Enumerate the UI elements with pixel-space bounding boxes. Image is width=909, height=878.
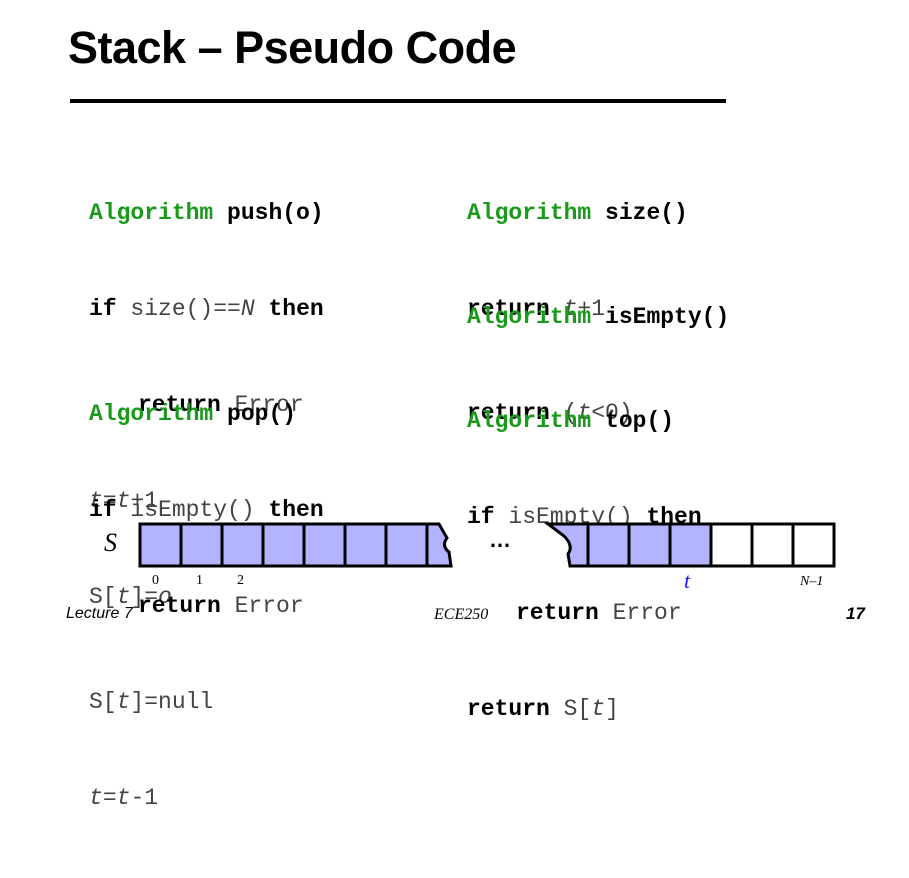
code-text: ]=null [130, 689, 214, 715]
index-label-1: 1 [196, 573, 203, 588]
code-variable: t [89, 785, 103, 811]
code-line: S[t]=null [89, 686, 324, 718]
code-text: ] [605, 696, 619, 722]
ellipsis: … [489, 527, 511, 552]
footer-course: ECE250 [434, 606, 489, 623]
return-keyword: return [467, 696, 550, 722]
array-cell-empty [709, 522, 754, 568]
code-variable: t [116, 689, 131, 715]
array-cell-empty [750, 522, 795, 568]
code-text: = [102, 785, 117, 811]
footer-page-number: 17 [846, 604, 865, 623]
index-label-0: 0 [152, 573, 159, 588]
code-text: -1 [130, 785, 159, 811]
code-line: t=t-1 [89, 782, 324, 814]
footer-lecture: Lecture 7 [66, 605, 133, 622]
index-label-2: 2 [237, 573, 244, 588]
stack-array-diagram [138, 522, 836, 568]
slide: Stack – Pseudo Code Algorithm push(o) if… [0, 0, 909, 811]
array-label: S [104, 528, 117, 557]
index-label-t: t [684, 568, 691, 593]
code-variable: t [591, 696, 606, 722]
code-text: S[ [89, 689, 117, 715]
array-cell-filled [586, 522, 631, 568]
index-label-last: N–1 [800, 574, 824, 589]
code-line: return S[t] [467, 693, 702, 725]
array-cell-filled [668, 522, 713, 568]
array-right-partial-cell [543, 522, 590, 568]
array-cell-filled [627, 522, 672, 568]
code-text: S[ [549, 696, 592, 722]
code-variable: t [116, 785, 131, 811]
array-left-segment [138, 522, 453, 568]
array-cell-empty [791, 522, 836, 568]
